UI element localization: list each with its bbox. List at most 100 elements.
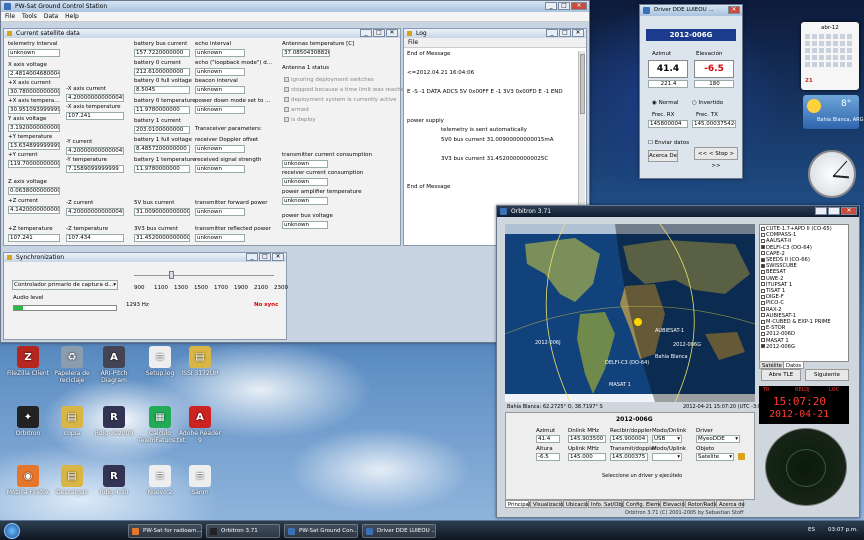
orbitron-tab[interactable]: Info. Sat/Objeto (588, 500, 632, 508)
desktop-icon[interactable]: ▦ Cálculo TelemFatuos.txt (138, 406, 185, 444)
capture-controller-select[interactable]: Controlador primario de captura d... ▾ (12, 280, 118, 290)
checkbox-box[interactable] (761, 331, 765, 336)
orbitron-tab[interactable]: Rotor/Radio (685, 500, 718, 508)
desktop-icon[interactable]: ▤ ISSI 3172UH (178, 346, 222, 377)
system-clock[interactable]: 03:07 p.m. (828, 527, 858, 533)
orbitron-tab[interactable]: Ubicación (563, 500, 591, 508)
desktop-icon[interactable]: A ARI-Pitch Diagram (92, 346, 136, 384)
dde-normal-radio[interactable]: ◉ Normal (652, 100, 678, 106)
checkbox-box[interactable] (761, 232, 765, 237)
maximize-icon[interactable]: □ (373, 29, 385, 37)
checkbox-box[interactable] (761, 288, 765, 293)
log-menu-file[interactable]: File (408, 39, 418, 46)
checkbox-box[interactable] (761, 313, 765, 318)
chip-reloj[interactable]: RELOJ (795, 387, 810, 393)
checkbox-box[interactable] (761, 338, 765, 343)
checkbox-box[interactable] (761, 238, 765, 243)
panel-objeto-select[interactable]: Satelite ▾ (696, 453, 734, 461)
start-button[interactable] (4, 523, 20, 539)
close-icon[interactable]: ✕ (272, 253, 284, 261)
maximize-icon[interactable]: □ (259, 253, 271, 261)
dde-titlebar[interactable]: Driver DDE LUIEOU ... ✕ (640, 5, 742, 16)
panel-mul-select[interactable]: ▾ (652, 453, 682, 461)
menu-file[interactable]: File (5, 13, 15, 20)
checkbox-box[interactable] (761, 251, 765, 256)
panel-dlink[interactable]: 145.903500 (568, 435, 606, 443)
maximize-icon[interactable]: □ (558, 2, 570, 10)
orbitron-tab[interactable]: Visualización (530, 500, 567, 508)
world-map[interactable]: 2012-006J DELFI-C3 (DO-64) AUBIESAT-1 2012-… (505, 224, 755, 402)
frequency-slider-thumb[interactable] (169, 271, 174, 279)
dde-stop-button[interactable]: << < Stop > >> (694, 147, 738, 169)
dde-about-button[interactable]: Acerca De (648, 150, 678, 162)
next-button[interactable]: Siguiente (805, 369, 849, 381)
checkbox-box[interactable] (761, 263, 765, 268)
antenna-status-checkbox[interactable]: stopped because a time limit was reached (284, 87, 408, 93)
checkbox-box[interactable] (761, 245, 765, 250)
dde-send-checkbox[interactable]: ☐ Enviar datos (648, 140, 689, 146)
orbitron-titlebar[interactable]: Orbitron 3.71 _ □ ✕ (497, 206, 859, 217)
orbitron-tab[interactable]: Config. Elementos (623, 500, 673, 508)
desktop-icon[interactable]: R Rdig-302009 (92, 406, 136, 437)
checkbox-box[interactable] (284, 97, 289, 102)
satellite-list[interactable]: CUTE-1.7+APD II (CO-65) COMPASS-1 AAUSAT-I… (759, 224, 849, 362)
antenna-status-checkbox[interactable]: armed (284, 107, 309, 113)
current-data-titlebar[interactable]: Current satellite data _ □ ✕ (4, 29, 400, 38)
antenna-status-checkbox[interactable]: is deploy (284, 117, 316, 123)
open-tle-button[interactable]: Abre TLE (761, 369, 801, 381)
desktop-icon[interactable]: ▤ Descargas (50, 465, 94, 496)
taskbar-item[interactable]: PW-Sat Ground Con... (284, 524, 358, 538)
maximize-icon[interactable]: □ (559, 29, 571, 37)
checkbox-box[interactable] (761, 276, 765, 281)
sync-titlebar[interactable]: Synchronization _ □ ✕ (4, 253, 286, 262)
close-icon[interactable]: ✕ (841, 207, 857, 215)
antenna-status-checkbox[interactable]: ignoring deployment switches (284, 77, 374, 83)
menu-tools[interactable]: Tools (22, 13, 37, 20)
menu-help[interactable]: Help (65, 13, 79, 20)
minimize-icon[interactable]: _ (246, 253, 258, 261)
clock-gadget[interactable] (808, 150, 856, 198)
desktop-icon[interactable]: ▤ copia (50, 406, 94, 437)
desktop-icon[interactable]: ≡ Sanm (178, 465, 222, 496)
log-scroll-thumb[interactable] (580, 54, 585, 114)
orbitron-tab[interactable]: Principal (505, 500, 530, 508)
checkbox-box[interactable] (761, 300, 765, 305)
menu-data[interactable]: Data (44, 13, 58, 20)
close-icon[interactable]: ✕ (386, 29, 398, 37)
chip-tr[interactable]: TR (763, 387, 770, 393)
antenna-status-checkbox[interactable]: deployment system is currently active (284, 97, 397, 103)
checkbox-box[interactable] (761, 344, 765, 349)
desktop-icon[interactable]: R Rdig 4.30 (92, 465, 136, 496)
minimize-icon[interactable]: _ (545, 2, 557, 10)
close-icon[interactable]: ✕ (728, 6, 740, 14)
log-titlebar[interactable]: Log _ □ ✕ (404, 29, 586, 38)
desktop-icon[interactable]: ✦ Orbitron (6, 406, 50, 437)
maximize-icon[interactable]: □ (828, 207, 840, 215)
frequency-slider-track[interactable] (134, 275, 274, 276)
checkbox-box[interactable] (761, 257, 765, 262)
close-icon[interactable]: ✕ (572, 29, 584, 37)
panel-ulink[interactable]: 145.000 (568, 453, 606, 461)
checkbox-box[interactable] (284, 107, 289, 112)
desktop-icon[interactable]: ♻ Papelera de reciclaje (50, 346, 94, 384)
panel-driver-select[interactable]: MyeoDDE ▾ (696, 435, 740, 443)
taskbar-item[interactable]: PW-Sat for radioam... (128, 524, 202, 538)
minimize-icon[interactable]: _ (360, 29, 372, 37)
checkbox-box[interactable] (284, 77, 289, 82)
desktop-icon[interactable]: A Adobe Reader 9 (178, 406, 222, 444)
checkbox-box[interactable] (761, 269, 765, 274)
taskbar-item[interactable]: Orbitron 3.71 (206, 524, 280, 538)
dde-invertido-radio[interactable]: ○ Invertido (692, 100, 723, 106)
desktop-icon[interactable]: Z FileZilla Client (6, 346, 50, 377)
checkbox-box[interactable] (284, 117, 289, 122)
minimize-icon[interactable]: _ (546, 29, 558, 37)
minimize-icon[interactable]: _ (815, 207, 827, 215)
panel-mdl-select[interactable]: USB ▾ (652, 435, 682, 443)
chip-loc[interactable]: LOC (829, 387, 839, 393)
language-indicator[interactable]: ES (808, 527, 815, 533)
orbitron-tab[interactable]: Acerca de (716, 500, 745, 508)
close-icon[interactable]: ✕ (571, 2, 587, 10)
tab-satelite[interactable]: Satélite (759, 361, 785, 369)
calendar-gadget[interactable]: abr-12 21 (801, 22, 859, 90)
checkbox-box[interactable] (761, 282, 765, 287)
